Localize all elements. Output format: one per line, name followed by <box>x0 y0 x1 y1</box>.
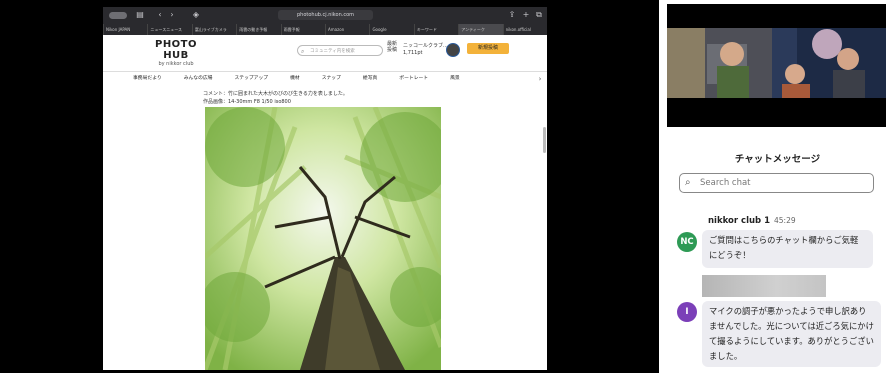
browser-tab[interactable]: Google <box>369 24 413 35</box>
browser-tab[interactable]: 富山ライブカメラ <box>191 24 236 35</box>
share-icon[interactable]: ⇪ <box>507 10 517 20</box>
site-search-placeholder: コミュニティ内を検索 <box>310 49 355 54</box>
browser-tab[interactable]: Nikon JAPAN <box>103 24 147 35</box>
latest-posts-link[interactable]: 最新投稿 <box>387 41 397 53</box>
redacted-sender-name <box>702 275 826 297</box>
nav-item[interactable]: ステップアップ <box>234 73 268 85</box>
participant-video-feed <box>667 4 886 127</box>
nav-item[interactable]: 機材 <box>290 73 300 85</box>
browser-tab[interactable]: アンティーク <box>458 24 503 35</box>
chat-search-placeholder: Search chat <box>700 178 751 188</box>
message-sender: nikkor club 1 <box>708 216 770 226</box>
nav-item[interactable]: みんなの広場 <box>184 73 213 85</box>
browser-window: ▤ ‹ › ◈ photohub.cj.nikon.com ⇪ + ⧉ Niko… <box>103 7 547 370</box>
screen-share-area: ▤ ‹ › ◈ photohub.cj.nikon.com ⇪ + ⧉ Niko… <box>0 0 659 373</box>
back-icon[interactable]: ‹ <box>155 10 165 20</box>
message-time: 45:29 <box>774 216 796 225</box>
logo-subtext: by nikkor club <box>158 61 194 67</box>
chat-title: チャットメッセージ <box>734 154 821 165</box>
search-icon: ⌕ <box>301 48 305 55</box>
browser-tab[interactable]: ニュースニュース <box>147 24 191 35</box>
nav-item[interactable]: 風景 <box>450 73 460 85</box>
avatar: I <box>677 302 697 322</box>
chat-message[interactable]: マイクの調子が悪かったようで申し訳ありませんでした。光については近ごろ気にかけて… <box>702 301 881 367</box>
browser-tab-bar: ▤ ‹ › ◈ photohub.cj.nikon.com ⇪ + ⧉ Niko… <box>103 7 547 35</box>
photo-hub-logo[interactable]: PHOTO HUB by nikkor club <box>141 39 211 67</box>
chat-message[interactable]: ご質問はこちらのチャット欄からご気軽にどうぞ！ <box>702 230 873 268</box>
browser-tab[interactable]: 雨雲予報 <box>280 24 325 35</box>
search-icon: ⌕ <box>685 177 691 188</box>
avatar[interactable] <box>446 43 460 57</box>
shield-icon: ◈ <box>192 10 200 19</box>
chevron-right-icon[interactable]: › <box>535 73 545 85</box>
browser-tab[interactable]: キーワード <box>413 24 458 35</box>
category-nav: 事務局だより みんなの広場 ステップアップ 機材 スナップ 絵写真 ポートレート… <box>103 73 547 85</box>
nav-item[interactable]: ポートレート <box>399 73 428 85</box>
nav-item[interactable]: 絵写真 <box>363 73 377 85</box>
chat-search-input[interactable]: ⌕ Search chat <box>679 173 874 193</box>
photo-caption: コメント：竹に囲まれた大木がのびのび生きる力を表しました。 作品画像：14-30… <box>203 90 348 106</box>
sidebar-icon[interactable]: ▤ <box>135 10 145 20</box>
tab-strip: Nikon JAPAN ニュースニュース 富山ライブカメラ 雨雲の動き予報 雨雲… <box>103 24 547 35</box>
caption-specs: 作品画像：14-30mm F8 1/50 iso800 <box>203 99 291 105</box>
forward-icon[interactable]: › <box>167 10 177 20</box>
site-search-input[interactable]: ⌕ コミュニティ内を検索 <box>297 45 383 56</box>
caption-comment: コメント：竹に囲まれた大木がのびのび生きる力を表しました。 <box>203 91 348 97</box>
nav-item[interactable]: スナップ <box>322 73 341 85</box>
browser-tab[interactable]: 雨雲の動き予報 <box>236 24 280 35</box>
avatar: NC <box>677 232 697 252</box>
new-post-button[interactable]: 新規投稿 <box>467 43 509 54</box>
browser-tab[interactable]: Amazon <box>325 24 369 35</box>
chat-panel: チャットメッセージ ⌕ Search chat nikkor club 1 45:… <box>669 141 886 373</box>
user-points: 1,711pt <box>403 50 423 56</box>
site-header: PHOTO HUB by nikkor club ⌕ コミュニティ内を検索 最新… <box>103 35 547 72</box>
user-name: ニッコールクラブ... <box>403 43 448 49</box>
new-tab-icon[interactable]: + <box>521 10 531 20</box>
browser-tab[interactable]: nikon.official <box>502 24 547 35</box>
window-controls[interactable] <box>109 12 127 19</box>
bamboo-tree-photo[interactable] <box>205 107 441 370</box>
logo-text: PHOTO HUB <box>154 39 198 61</box>
address-bar[interactable]: photohub.cj.nikon.com <box>278 10 373 20</box>
message-header: nikkor club 1 45:29 <box>708 216 796 226</box>
user-info[interactable]: ニッコールクラブ... 1,711pt <box>403 43 448 57</box>
tabs-overview-icon[interactable]: ⧉ <box>534 10 544 20</box>
nav-item[interactable]: 事務局だより <box>133 73 162 85</box>
page-scrollbar[interactable] <box>543 127 546 153</box>
